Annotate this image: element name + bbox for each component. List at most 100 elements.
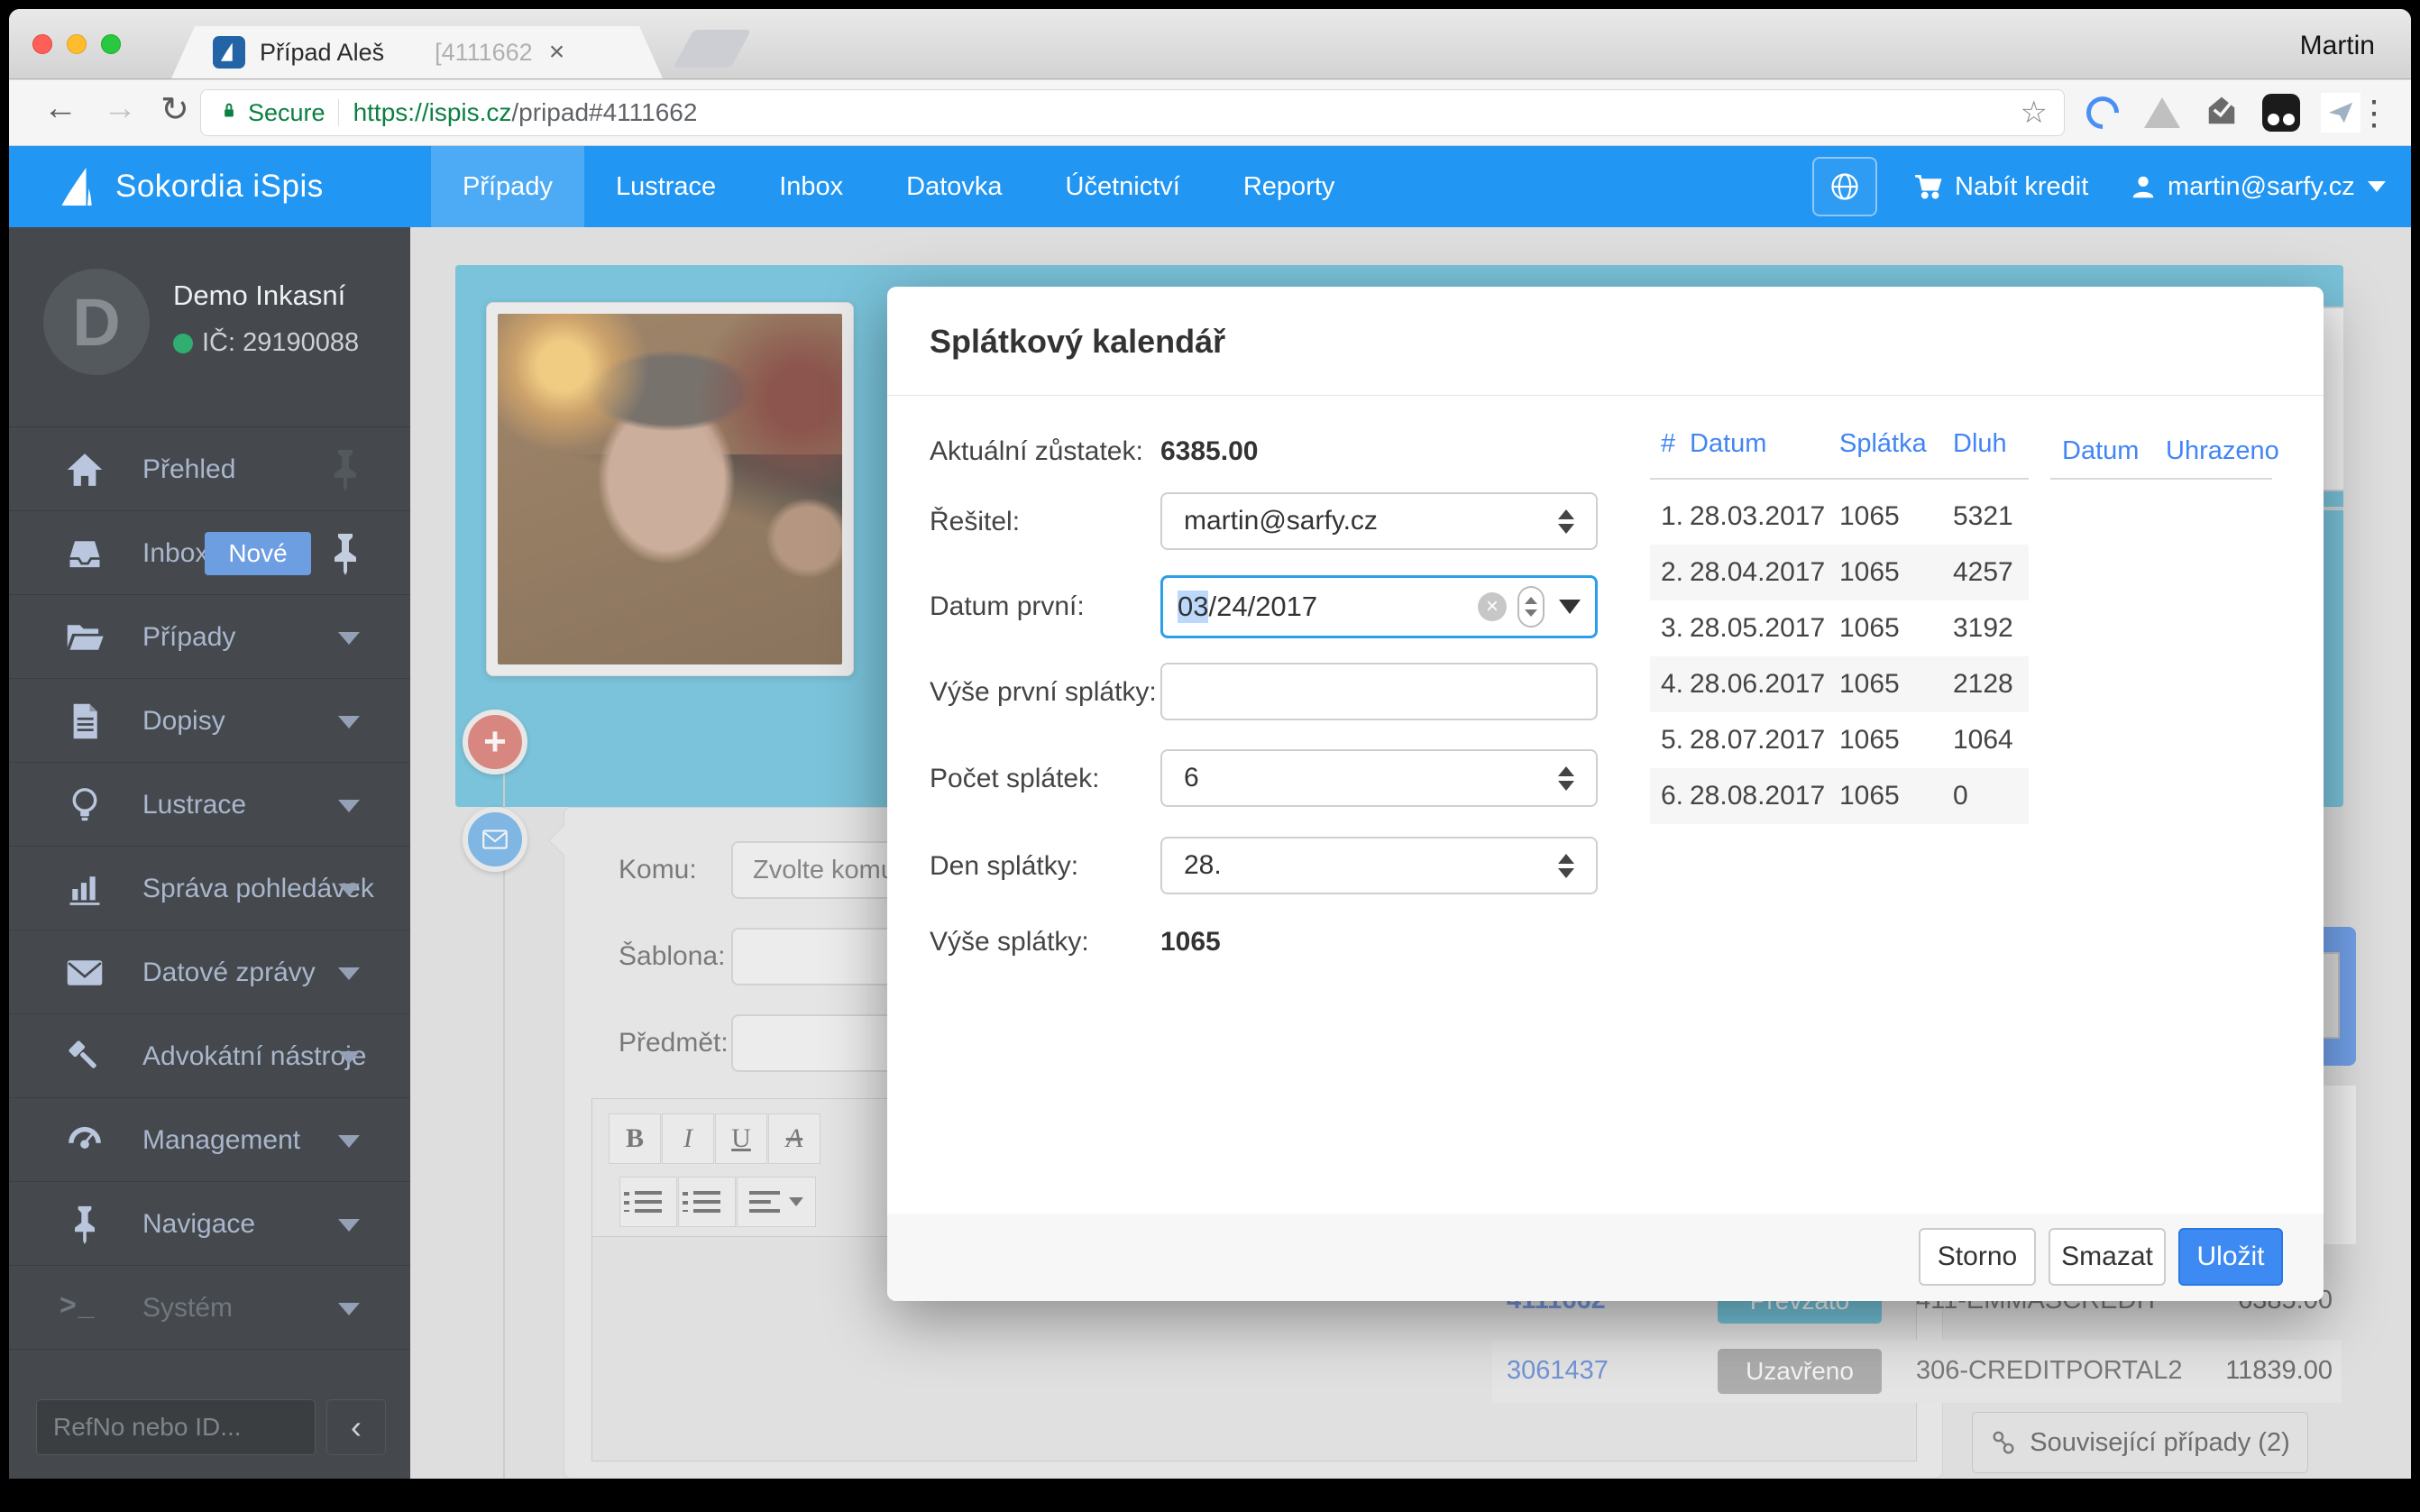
- new-tab-button[interactable]: [674, 30, 751, 68]
- chevron-down-icon: [338, 632, 360, 645]
- first-amount-input[interactable]: [1160, 663, 1598, 720]
- schedule-row: 5.28.07.201710651064: [1650, 712, 2029, 768]
- sidebar-item-prehled[interactable]: Přehled: [9, 428, 410, 511]
- gauge-icon: [65, 1121, 105, 1160]
- date-selected-segment: 03: [1178, 591, 1208, 623]
- refno-search-input[interactable]: [36, 1399, 316, 1455]
- solver-select[interactable]: martin@sarfy.cz: [1160, 492, 1598, 550]
- first-amount-label: Výše první splátky:: [930, 677, 1157, 708]
- secure-label: Secure: [248, 99, 325, 127]
- cart-icon: [1913, 171, 1944, 202]
- extension-1password-icon[interactable]: [2260, 91, 2303, 134]
- col-installment[interactable]: Splátka: [1839, 429, 1927, 459]
- sidebar-item-lustrace[interactable]: Lustrace: [9, 764, 410, 847]
- schedule-row: 3.28.05.201710653192: [1650, 600, 2029, 656]
- sidebar-item-management[interactable]: Management: [9, 1099, 410, 1182]
- lock-icon: [217, 99, 241, 127]
- bookmark-star-icon[interactable]: ☆: [2021, 95, 2048, 131]
- select-caret-icon: [1558, 854, 1574, 878]
- col-paid-amount[interactable]: Uhrazeno: [2166, 436, 2279, 466]
- extension-ring-icon[interactable]: [2081, 91, 2124, 134]
- modal-footer: Storno Smazat Uložit: [887, 1214, 2324, 1301]
- chevron-down-icon: [338, 1219, 360, 1232]
- delete-button[interactable]: Smazat: [2049, 1228, 2166, 1286]
- schedule-row: 6.28.08.201710650: [1650, 768, 2029, 824]
- sidebar-item-inbox[interactable]: Inbox Nové: [9, 512, 410, 595]
- date-dropdown-icon[interactable]: [1559, 600, 1581, 614]
- extension-drive-icon[interactable]: [2140, 91, 2184, 134]
- nav-item-lustrace[interactable]: Lustrace: [584, 146, 747, 227]
- close-window-button[interactable]: [32, 34, 52, 54]
- select-caret-icon: [1558, 766, 1574, 791]
- brand-logo[interactable]: Sokordia iSpis: [58, 146, 324, 227]
- reload-icon[interactable]: ↻: [160, 89, 189, 130]
- credit-label: Nabít kredit: [1955, 172, 2088, 202]
- sidebar-item-navigace[interactable]: Navigace: [9, 1183, 410, 1266]
- back-icon[interactable]: ←: [43, 89, 78, 128]
- schedule-table: # Datum Splátka Dluh 1.28.03.20171065532…: [1650, 422, 2029, 824]
- sidebar-collapse-button[interactable]: ‹: [326, 1399, 386, 1455]
- sidebar-item-advokatni-nastroje[interactable]: Advokátní nástroje: [9, 1015, 410, 1098]
- first-date-input[interactable]: 03 /24/2017 ×: [1160, 575, 1598, 638]
- sidebar-item-datove-zpravy[interactable]: Datové zprávy: [9, 931, 410, 1014]
- schedule-row: 2.28.04.201710654257: [1650, 545, 2029, 600]
- extension-paper-plane-icon[interactable]: [2319, 91, 2362, 134]
- credit-button[interactable]: Nabít kredit: [1913, 146, 2088, 227]
- sidebar-item-sprava-pohledavek[interactable]: Správa pohledávek: [9, 848, 410, 930]
- chevron-down-icon: [338, 884, 360, 896]
- date-rest-segment: /24/2017: [1208, 591, 1317, 623]
- sidebar-item-pripady[interactable]: Případy: [9, 596, 410, 679]
- main-menu: Případy Lustrace Inbox Datovka Účetnictv…: [431, 146, 1366, 227]
- col-paid-date[interactable]: Datum: [2062, 436, 2139, 466]
- site-favicon-icon: [213, 36, 245, 69]
- day-label: Den splátky:: [930, 851, 1078, 882]
- pushpin-icon: [65, 1205, 105, 1244]
- account-menu[interactable]: martin@sarfy.cz: [2130, 146, 2386, 227]
- address-bar[interactable]: Secure https://ispis.cz /pripad#4111662 …: [200, 89, 2065, 136]
- org-profile: D Demo Inkasní IČ: 29190088: [9, 227, 410, 427]
- count-select[interactable]: 6: [1160, 749, 1598, 807]
- solver-label: Řešitel:: [930, 507, 1020, 537]
- clear-date-icon[interactable]: ×: [1478, 592, 1507, 621]
- col-debt[interactable]: Dluh: [1953, 429, 2007, 459]
- pin-icon[interactable]: [327, 448, 363, 491]
- nav-item-datovka[interactable]: Datovka: [875, 146, 1033, 227]
- nav-item-ucetnictvi[interactable]: Účetnictví: [1034, 146, 1212, 227]
- language-button[interactable]: [1812, 157, 1877, 216]
- nav-item-reporty[interactable]: Reporty: [1212, 146, 1367, 227]
- browser-menu-icon[interactable]: ⋮: [2357, 93, 2391, 133]
- org-name: Demo Inkasní: [173, 279, 345, 312]
- col-date[interactable]: Datum: [1690, 429, 1766, 459]
- terminal-icon: >_: [60, 1288, 96, 1322]
- minimize-window-button[interactable]: [67, 34, 87, 54]
- date-stepper[interactable]: [1517, 586, 1545, 628]
- save-button[interactable]: Uložit: [2178, 1228, 2283, 1286]
- sidebar-item-system[interactable]: >_ Systém: [9, 1267, 410, 1350]
- extension-inbox-icon[interactable]: [2200, 91, 2243, 134]
- url-host: https://ispis.cz: [353, 98, 512, 127]
- header-underline: [1650, 478, 2029, 480]
- pin-icon[interactable]: [327, 532, 363, 575]
- account-caret-icon: [2368, 181, 2386, 192]
- chevron-down-icon: [338, 967, 360, 980]
- globe-icon: [1829, 170, 1861, 203]
- brand-name: Sokordia iSpis: [115, 169, 324, 205]
- gavel-icon: [65, 1037, 105, 1077]
- nav-item-pripady[interactable]: Případy: [431, 146, 584, 227]
- chevron-down-icon: [338, 1051, 360, 1064]
- status-dot-icon: [173, 334, 193, 353]
- day-select[interactable]: 28.: [1160, 837, 1598, 894]
- tab-close-icon[interactable]: ×: [549, 37, 565, 68]
- sidebar-item-dopisy[interactable]: Dopisy: [9, 680, 410, 763]
- chevron-down-icon: [338, 716, 360, 729]
- cancel-button[interactable]: Storno: [1919, 1228, 2036, 1286]
- lightbulb-icon: [65, 785, 105, 825]
- bar-chart-icon: [65, 869, 105, 909]
- browser-tab[interactable]: Případ Aleš [4111662 ×: [171, 26, 663, 78]
- tab-title-suffix: [4111662: [435, 39, 533, 67]
- col-num[interactable]: #: [1661, 429, 1675, 459]
- zoom-window-button[interactable]: [101, 34, 121, 54]
- balance-label: Aktuální zůstatek:: [930, 436, 1143, 467]
- nav-item-inbox[interactable]: Inbox: [747, 146, 875, 227]
- account-email: martin@sarfy.cz: [2168, 172, 2355, 202]
